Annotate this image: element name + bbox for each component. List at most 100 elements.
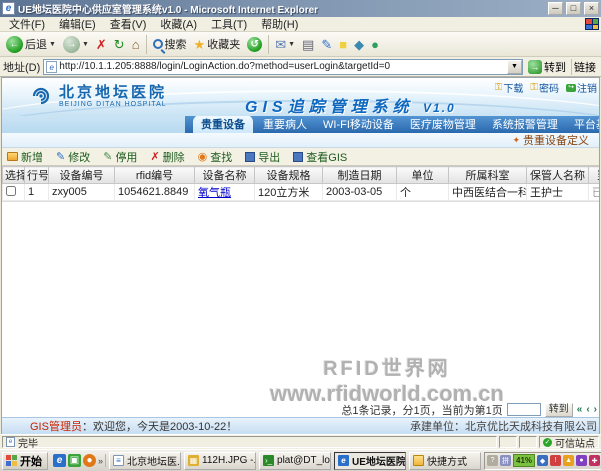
- discuss-button[interactable]: ◆: [351, 37, 367, 52]
- tab-platform-info[interactable]: 平台基础信息: [566, 116, 599, 133]
- menu-tools[interactable]: 工具(T): [204, 16, 254, 32]
- address-label: 地址(D): [3, 59, 40, 75]
- home-button[interactable]: ⌂: [129, 37, 143, 52]
- ie-app-icon: e: [2, 2, 15, 15]
- col-unit: 单位: [397, 167, 449, 184]
- tray-icon-shield[interactable]: ▲: [563, 455, 574, 466]
- welcome-text: ：欢迎您，今天是2003-10-22！: [82, 418, 237, 434]
- back-button[interactable]: ← 后退 ▼: [3, 35, 59, 54]
- taskbar-item-shortcuts[interactable]: 快捷方式: [409, 452, 481, 470]
- tab-valuable-equipment[interactable]: 贵重设备: [193, 116, 253, 133]
- disable-button[interactable]: ✎停用: [103, 149, 137, 165]
- favorites-button[interactable]: ★ 收藏夹: [191, 35, 244, 53]
- page-number-input[interactable]: [507, 403, 541, 416]
- delete-icon: ✗: [150, 150, 159, 163]
- refresh-button[interactable]: ↻: [111, 37, 128, 52]
- col-keeper: 保管人名称: [527, 167, 589, 184]
- tray-icon-red[interactable]: !: [550, 455, 561, 466]
- forward-button[interactable]: → ▼: [60, 35, 92, 54]
- quick-launch: e ▣ ● »: [51, 454, 106, 467]
- dept-cell: 中西医结合一科: [449, 184, 527, 201]
- tray-input-icon[interactable]: 拼: [500, 455, 511, 466]
- stop-button[interactable]: ✗: [93, 37, 110, 52]
- close-button[interactable]: ×: [584, 2, 599, 15]
- add-button[interactable]: 新增: [7, 149, 43, 165]
- links-label[interactable]: 链接: [571, 59, 598, 75]
- menu-favorites[interactable]: 收藏(A): [153, 16, 204, 32]
- tab-wifi-devices[interactable]: WI-FI移动设备: [315, 116, 402, 133]
- col-device-no: 设备编号: [49, 167, 115, 184]
- system-version: V1.0: [423, 101, 456, 115]
- content-area: RFID世界网 www.rfidworld.com.cn: [2, 202, 599, 402]
- maximize-button[interactable]: □: [566, 2, 581, 15]
- status-text: 完毕: [18, 435, 38, 450]
- find-button[interactable]: ◉查找: [198, 149, 233, 165]
- menu-view[interactable]: 查看(V): [103, 16, 154, 32]
- modify-button[interactable]: ✎修改: [56, 149, 90, 165]
- device-no-cell: zxy005: [49, 184, 115, 201]
- row-checkbox[interactable]: [6, 186, 16, 196]
- notes-button[interactable]: ■: [336, 37, 350, 52]
- tray-icon-pink[interactable]: ✚: [589, 455, 600, 466]
- delete-button[interactable]: ✗删除: [150, 149, 184, 165]
- tray-help-icon[interactable]: ?: [487, 455, 498, 466]
- col-spec: 设备规格: [255, 167, 323, 184]
- logo-swirl-icon: [28, 83, 54, 109]
- back-dropdown-icon[interactable]: ▼: [49, 41, 56, 48]
- menu-help[interactable]: 帮助(H): [254, 16, 305, 32]
- first-page-icon[interactable]: «: [577, 404, 583, 415]
- download-link[interactable]: ⚿下载: [495, 80, 524, 95]
- tray-icon-purple[interactable]: ●: [576, 455, 587, 466]
- row-select-cell: [3, 184, 25, 201]
- watermark: RFID世界网 www.rfidworld.com.cn: [270, 352, 504, 407]
- start-button[interactable]: 开始: [2, 452, 48, 470]
- prev-page-icon[interactable]: ‹: [586, 404, 589, 415]
- equipment-definition-link[interactable]: 贵重设备定义: [523, 132, 589, 148]
- password-link[interactable]: ⚿密码: [530, 80, 559, 95]
- menu-file[interactable]: 文件(F): [2, 16, 52, 32]
- search-button[interactable]: 搜索: [150, 35, 190, 53]
- quick-launch-browser-icon[interactable]: ●: [83, 454, 96, 467]
- taskbar-item-hospital-doc[interactable]: ≡北京地坛医...: [109, 452, 181, 470]
- document-icon: ≡: [113, 455, 124, 466]
- export-button[interactable]: 导出: [245, 149, 280, 165]
- view-gis-button[interactable]: 查看GIS: [293, 149, 347, 165]
- taskbar-item-ie-active[interactable]: eUE地坛医院...: [334, 452, 406, 470]
- tab-important-patients[interactable]: 重要病人: [255, 116, 315, 133]
- ie-icon: e: [338, 455, 349, 466]
- watermark-line2: www.rfidworld.com.cn: [270, 381, 504, 407]
- page-icon: e: [46, 61, 57, 73]
- menu-edit[interactable]: 编辑(E): [52, 16, 103, 32]
- tray-meter[interactable]: 41%: [513, 454, 535, 467]
- tab-medical-waste[interactable]: 医疗废物管理: [402, 116, 484, 133]
- tab-alarm-management[interactable]: 系统报警管理: [484, 116, 566, 133]
- print-button[interactable]: ▤: [299, 37, 317, 52]
- logout-link[interactable]: ↪注销: [566, 80, 597, 95]
- windows-flag-icon: [6, 455, 17, 466]
- keeper-cell: 王护士: [527, 184, 589, 201]
- mail-button[interactable]: ✉▼: [272, 37, 298, 52]
- taskbar-item-terminal[interactable]: ›_plat@DT_lo...: [259, 452, 331, 470]
- taskbar-item-image[interactable]: ▦112H.JPG -...: [184, 452, 256, 470]
- col-rfid-no: rfid编号: [115, 167, 195, 184]
- browser-window: e UE地坛医院中心供应室管理系统v1.0 - Microsoft Intern…: [0, 0, 601, 471]
- quick-launch-app-icon[interactable]: ▣: [68, 454, 81, 467]
- forward-dropdown-icon[interactable]: ▼: [82, 41, 89, 48]
- device-name-link[interactable]: 氧气瓶: [198, 187, 231, 199]
- minimize-button[interactable]: ─: [548, 2, 563, 15]
- forward-icon: →: [63, 36, 80, 53]
- history-icon: ↺: [247, 37, 262, 52]
- messenger-button[interactable]: ●: [368, 37, 382, 52]
- quick-launch-overflow-icon[interactable]: »: [98, 456, 103, 466]
- tray-icon-blue[interactable]: ◆: [537, 455, 548, 466]
- address-input[interactable]: [59, 61, 505, 72]
- next-page-icon[interactable]: ›: [594, 404, 597, 415]
- goto-page-button[interactable]: 转到: [545, 403, 573, 417]
- edit-button[interactable]: ✎: [318, 37, 335, 52]
- page-footer: GIS管理员 ：欢迎您，今天是2003-10-22！ 承建单位：北京优比天成科技…: [2, 417, 599, 434]
- history-button[interactable]: ↺: [244, 36, 265, 53]
- address-dropdown-icon[interactable]: ▼: [507, 60, 522, 74]
- contractor-text: 承建单位：北京优比天成科技有限公司: [410, 418, 597, 434]
- quick-launch-ie-icon[interactable]: e: [53, 454, 66, 467]
- go-button[interactable]: → 转到: [526, 59, 568, 75]
